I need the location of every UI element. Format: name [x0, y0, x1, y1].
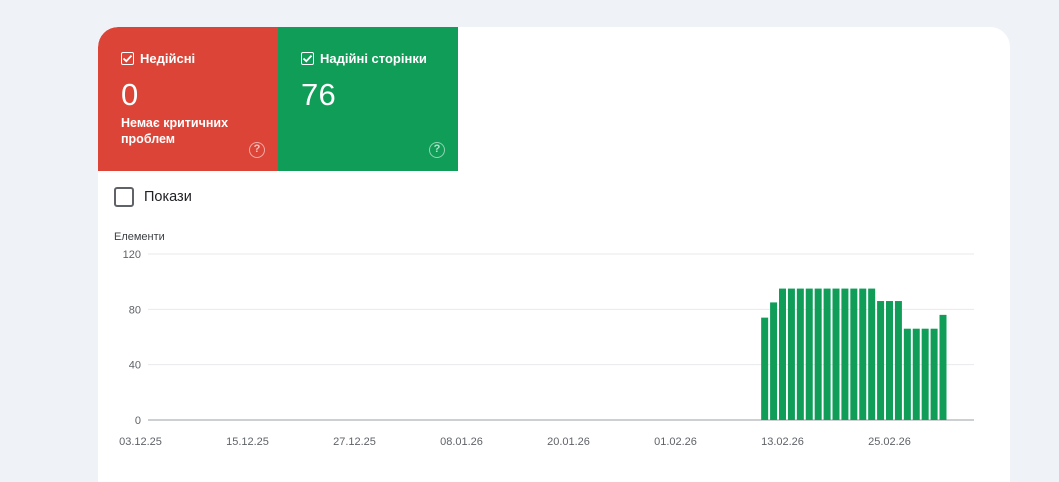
x-tick-label: 08.01.26: [440, 436, 483, 448]
index-coverage-card: Недійсні 0 Немає критичних проблем ? Над…: [98, 27, 1010, 482]
y-tick-label: 80: [129, 304, 141, 316]
x-tick-label: 03.12.25: [119, 436, 162, 448]
x-tick-label: 01.02.26: [654, 436, 697, 448]
bar: [886, 301, 893, 420]
bar: [814, 288, 822, 420]
y-tick-label: 0: [135, 415, 141, 427]
valid-tile-label: Надійні сторінки: [320, 51, 427, 66]
y-tick-label: 120: [123, 249, 141, 261]
bar: [841, 288, 849, 420]
bar: [779, 288, 786, 420]
impressions-checkbox[interactable]: [114, 187, 134, 207]
bar: [930, 328, 938, 420]
valid-tile-header: Надійні сторінки: [301, 51, 427, 66]
invalid-tile-header: Недійсні: [121, 51, 195, 66]
bar: [832, 288, 840, 420]
x-tick-label: 15.12.25: [226, 436, 269, 448]
invalid-pages-tile[interactable]: Недійсні 0 Немає критичних проблем ?: [98, 27, 278, 171]
bar: [859, 288, 867, 420]
x-tick-label: 13.02.26: [761, 436, 804, 448]
help-icon[interactable]: ?: [249, 142, 265, 158]
bar: [894, 301, 902, 420]
invalid-subtitle: Немає критичних проблем: [121, 116, 229, 146]
checkbox-checked-icon[interactable]: [301, 52, 314, 65]
bar: [912, 328, 920, 420]
invalid-tile-label: Недійсні: [140, 51, 196, 66]
help-icon[interactable]: ?: [429, 142, 445, 158]
x-tick-label: 25.02.26: [868, 436, 911, 448]
pages-bar-chart: 120 80 40 0 03.12.25 15.12.25 27.12.25 08.01.26…: [119, 249, 974, 448]
bar: [796, 288, 804, 420]
valid-pages-tile[interactable]: Надійні сторінки 76 ?: [278, 27, 458, 171]
bar: [761, 317, 769, 420]
impressions-toggle[interactable]: Покази: [114, 187, 192, 207]
invalid-count: 0: [121, 77, 139, 112]
x-tick-label: 20.01.26: [547, 436, 590, 448]
bar: [770, 302, 778, 420]
valid-count: 76: [301, 77, 337, 112]
checkbox-checked-icon[interactable]: [121, 52, 134, 65]
bar: [903, 328, 911, 420]
impressions-label: Покази: [144, 189, 192, 205]
bar: [823, 288, 831, 420]
bar: [868, 288, 876, 420]
bar: [939, 314, 947, 420]
x-tick-label: 27.12.25: [333, 436, 376, 448]
bar: [877, 301, 885, 420]
bar: [850, 288, 858, 420]
bar: [787, 288, 795, 420]
y-tick-label: 40: [129, 360, 141, 372]
bar: [921, 328, 929, 420]
bar: [805, 288, 813, 420]
